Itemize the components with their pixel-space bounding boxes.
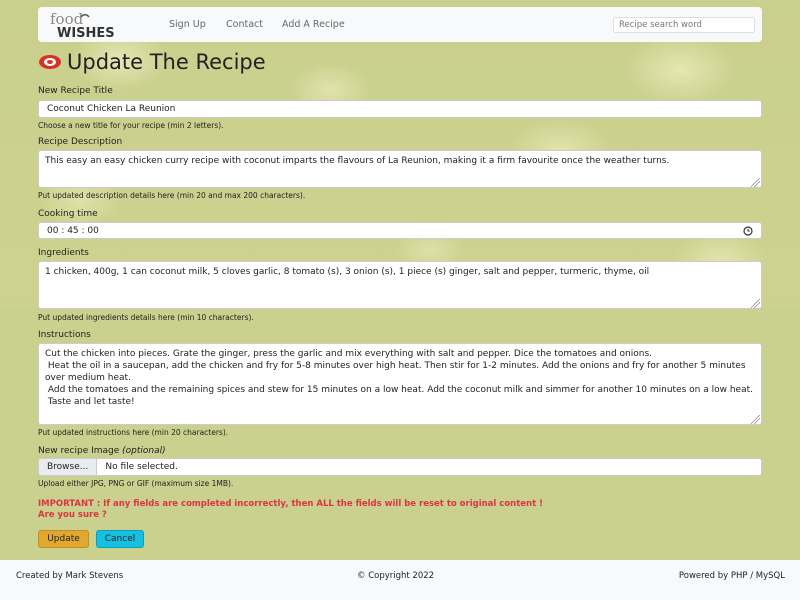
nav-link-signup[interactable]: Sign Up: [169, 19, 206, 30]
cooking-time-value: 00 : 45 : 00: [47, 225, 99, 236]
cancel-button[interactable]: Cancel: [96, 530, 144, 548]
resize-handle[interactable]: [751, 178, 760, 187]
file-input[interactable]: Browse... No file selected.: [38, 458, 762, 476]
cooking-time-label: Cooking time: [38, 209, 98, 219]
navbar: food WISHES Sign Up Contact Add A Recipe: [38, 7, 762, 42]
description-help: Put updated description details here (mi…: [38, 191, 306, 200]
description-label: Recipe Description: [38, 137, 123, 147]
search-input[interactable]: [613, 17, 755, 33]
optional-label: (optional): [122, 446, 166, 456]
instructions-label: Instructions: [38, 330, 91, 340]
resize-handle[interactable]: [751, 415, 760, 424]
confirm-text: Are you sure ?: [38, 510, 107, 520]
resize-handle[interactable]: [751, 299, 760, 308]
ingredients-textarea[interactable]: 1 chicken, 400g, 1 can coconut milk, 5 c…: [38, 261, 762, 309]
image-help: Upload either JPG, PNG or GIF (maximum s…: [38, 479, 234, 488]
update-button[interactable]: Update: [38, 530, 89, 548]
page-header: Update The Recipe: [38, 48, 266, 76]
title-label: New Recipe Title: [38, 86, 113, 96]
footer-copyright: © Copyright 2022: [357, 571, 435, 581]
footer: Created by Mark Stevens © Copyright 2022…: [0, 560, 800, 600]
logo-text-bottom: WISHES: [57, 26, 115, 39]
recipe-title-input[interactable]: [38, 100, 762, 118]
instructions-textarea[interactable]: Cut the chicken into pieces. Grate the g…: [38, 343, 762, 425]
ingredients-label: Ingredients: [38, 248, 89, 258]
title-help: Choose a new title for your recipe (min …: [38, 121, 224, 130]
clock-icon[interactable]: [743, 225, 753, 236]
logo-utensil-icon: [80, 14, 90, 18]
footer-credit: Created by Mark Stevens: [16, 571, 124, 581]
browse-button[interactable]: Browse...: [39, 459, 98, 475]
ingredients-help: Put updated ingredients details here (mi…: [38, 313, 254, 322]
instructions-help: Put updated instructions here (min 20 ch…: [38, 428, 229, 437]
page-title: Update The Recipe: [67, 50, 266, 74]
food-wishes-logo[interactable]: food WISHES: [50, 11, 142, 39]
nav-link-contact[interactable]: Contact: [226, 19, 263, 30]
recipe-logo-icon: [39, 55, 61, 69]
nav-link-add-recipe[interactable]: Add A Recipe: [282, 19, 345, 30]
file-status: No file selected.: [105, 462, 178, 472]
footer-powered: Powered by PHP / MySQL: [678, 571, 785, 581]
image-label: New recipe Image (optional): [38, 446, 166, 456]
description-textarea[interactable]: This easy an easy chicken curry recipe w…: [38, 150, 762, 188]
warning-text: IMPORTANT : If any fields are completed …: [38, 499, 543, 509]
cooking-time-input[interactable]: 00 : 45 : 00: [38, 222, 762, 239]
